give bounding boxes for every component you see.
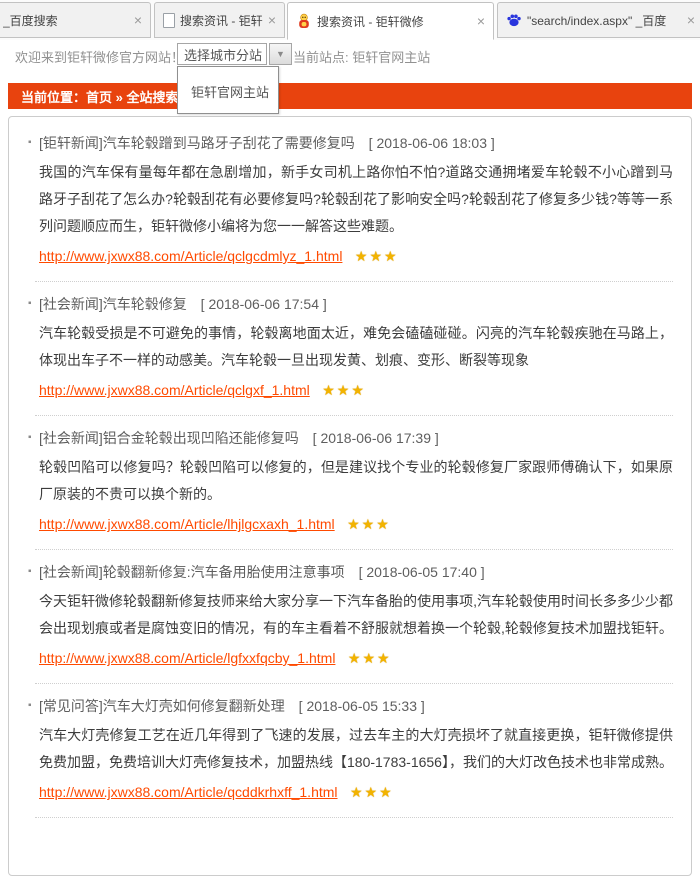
- tab-label: 搜索资讯 - 钜轩微修: [180, 13, 263, 28]
- mascot-favicon-icon: [299, 13, 309, 28]
- result-date: [ 2018-06-06 17:54 ]: [200, 296, 327, 312]
- result-link-row: http://www.jxwx88.com/Article/qclgxf_1.h…: [39, 378, 673, 403]
- result-title-row[interactable]: [社会新闻]铝合金轮毂出现凹陷还能修复吗 [ 2018-06-06 17:39 …: [39, 428, 673, 448]
- star-rating-icon: ★★★: [349, 784, 394, 800]
- bullet-icon: ▪: [28, 432, 32, 443]
- tab-label: _百度搜索: [3, 13, 58, 28]
- result-link[interactable]: http://www.jxwx88.com/Article/qclgcdmlyz…: [39, 248, 342, 264]
- result-title-row[interactable]: [社会新闻]汽车轮毂修复 [ 2018-06-06 17:54 ]: [39, 294, 673, 314]
- result-snippet: 轮毂凹陷可以修复吗？轮毂凹陷可以修复的，但是建议找个专业的轮毂修复厂家跟师傅确认…: [39, 459, 673, 502]
- tab-search-news-active[interactable]: 搜索资讯 - 钜轩微修 ×: [287, 2, 494, 40]
- city-select[interactable]: 选择城市分站: [177, 43, 267, 65]
- result-link-row: http://www.jxwx88.com/Article/lgfxxfqcby…: [39, 646, 673, 671]
- result-link[interactable]: http://www.jxwx88.com/Article/lgfxxfqcby…: [39, 650, 335, 666]
- search-result-item: ▪ [社会新闻]铝合金轮毂出现凹陷还能修复吗 [ 2018-06-06 17:3…: [23, 416, 673, 550]
- bullet-icon: ▪: [28, 298, 32, 309]
- result-title-row[interactable]: [社会新闻]轮毂翻新修复:汽车备用胎使用注意事项 [ 2018-06-05 17…: [39, 562, 673, 582]
- baidu-paw-icon: [507, 14, 521, 27]
- result-category: [常见问答]: [39, 698, 103, 714]
- result-snippet: 我国的汽车保有量每年都在急剧增加，新手女司机上路你怕不怕?道路交通拥堵爱车轮毂不…: [39, 164, 673, 234]
- result-title: 铝合金轮毂出现凹陷还能修复吗: [102, 430, 299, 446]
- search-result-item: ▪ [常见问答]汽车大灯壳如何修复翻新处理 [ 2018-06-05 15:33…: [23, 684, 673, 818]
- result-title: 汽车轮毂修复: [102, 296, 187, 312]
- site-header-bar: 欢迎来到钜轩微修官方网站！ 选择城市分站 ▼ 当前站点: 钜轩官网主站: [0, 40, 700, 83]
- result-title-row[interactable]: [常见问答]汽车大灯壳如何修复翻新处理 [ 2018-06-05 15:33 ]: [39, 696, 673, 716]
- close-icon[interactable]: ×: [477, 14, 485, 28]
- search-results-box: ▪ [钜轩新闻]汽车轮毂蹭到马路牙子刮花了需要修复吗 [ 2018-06-06 …: [8, 116, 692, 876]
- result-date: [ 2018-06-06 17:39 ]: [312, 430, 439, 446]
- current-site-text: 当前站点: 钜轩官网主站: [293, 50, 431, 65]
- star-rating-icon: ★★★: [322, 382, 366, 398]
- search-result-item: ▪ [钜轩新闻]汽车轮毂蹭到马路牙子刮花了需要修复吗 [ 2018-06-06 …: [23, 121, 673, 282]
- browser-tab-strip: _百度搜索 × 搜索资讯 - 钜轩微修 × 搜索资讯 - 钜轩微修 × "sea…: [0, 0, 700, 40]
- result-title-row[interactable]: [钜轩新闻]汽车轮毂蹭到马路牙子刮花了需要修复吗 [ 2018-06-06 18…: [39, 133, 673, 153]
- result-link-row: http://www.jxwx88.com/Article/lhjlgcxaxh…: [39, 512, 673, 537]
- result-category: [社会新闻]: [39, 564, 103, 580]
- breadcrumb: 当前位置：首页 » 全站搜索: [8, 83, 692, 109]
- result-title: 轮毂翻新修复:汽车备用胎使用注意事项: [102, 564, 345, 580]
- divider: [35, 817, 673, 818]
- breadcrumb-text: 当前位置：首页 » 全站搜索: [21, 89, 179, 105]
- result-title: 汽车大灯壳如何修复翻新处理: [102, 698, 285, 714]
- star-rating-icon: ★★★: [354, 248, 399, 264]
- bullet-icon: ▪: [28, 137, 32, 148]
- result-link[interactable]: http://www.jxwx88.com/Article/qclgxf_1.h…: [39, 382, 310, 398]
- result-link-row: http://www.jxwx88.com/Article/qcddkrhxff…: [39, 780, 673, 805]
- city-dropdown-panel: 钜轩官网主站: [177, 66, 279, 114]
- result-snippet: 今天钜轩微修轮毂翻新修复技师来给大家分享一下汽车备胎的使用事项,汽车轮毂使用时间…: [39, 593, 673, 636]
- tab-baidu-search-right[interactable]: "search/index.aspx" _百度 ×: [497, 2, 700, 38]
- result-snippet: 汽车轮毂受损是不可避免的事情，轮毂离地面太近，难免会磕磕碰碰。闪亮的汽车轮毂疾驰…: [39, 325, 673, 368]
- result-title: 汽车轮毂蹭到马路牙子刮花了需要修复吗: [102, 135, 355, 151]
- tab-search-news-1[interactable]: 搜索资讯 - 钜轩微修 ×: [154, 2, 285, 38]
- tab-baidu-search-left[interactable]: _百度搜索 ×: [0, 2, 151, 38]
- search-result-item: ▪ [社会新闻]轮毂翻新修复:汽车备用胎使用注意事项 [ 2018-06-05 …: [23, 550, 673, 684]
- result-link[interactable]: http://www.jxwx88.com/Article/lhjlgcxaxh…: [39, 516, 335, 532]
- close-icon[interactable]: ×: [134, 13, 142, 27]
- city-select-caret-button[interactable]: ▼: [269, 43, 292, 65]
- tab-label: 搜索资讯 - 钜轩微修: [317, 14, 424, 29]
- bullet-icon: ▪: [28, 700, 32, 711]
- result-category: [钜轩新闻]: [39, 135, 103, 151]
- close-icon[interactable]: ×: [687, 13, 695, 27]
- result-link-row: http://www.jxwx88.com/Article/qclgcdmlyz…: [39, 244, 673, 269]
- close-icon[interactable]: ×: [268, 13, 276, 27]
- result-link[interactable]: http://www.jxwx88.com/Article/qcddkrhxff…: [39, 784, 338, 800]
- star-rating-icon: ★★★: [347, 650, 392, 666]
- chevron-down-icon: ▼: [276, 49, 285, 59]
- result-category: [社会新闻]: [39, 296, 103, 312]
- welcome-text: 欢迎来到钜轩微修官方网站！: [15, 50, 185, 65]
- search-result-item: ▪ [社会新闻]汽车轮毂修复 [ 2018-06-06 17:54 ] 汽车轮毂…: [23, 282, 673, 416]
- result-category: [社会新闻]: [39, 430, 103, 446]
- bullet-icon: ▪: [28, 566, 32, 577]
- page-icon: [163, 12, 175, 28]
- star-rating-icon: ★★★: [347, 516, 391, 532]
- city-dropdown-item[interactable]: 钜轩官网主站: [178, 67, 278, 101]
- result-snippet: 汽车大灯壳修复工艺在近几年得到了飞速的发展，过去车主的大灯壳损坏了就直接更换，钜…: [39, 727, 673, 770]
- result-date: [ 2018-06-06 18:03 ]: [368, 135, 495, 151]
- result-date: [ 2018-06-05 15:33 ]: [298, 698, 425, 714]
- tab-label: "search/index.aspx" _百度: [527, 13, 667, 28]
- result-date: [ 2018-06-05 17:40 ]: [358, 564, 485, 580]
